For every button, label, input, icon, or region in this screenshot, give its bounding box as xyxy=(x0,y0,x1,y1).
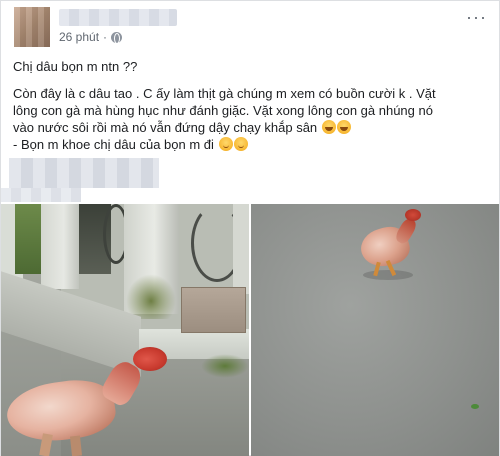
post-line-3-wrap: - Bọn m khoe chị dâu của bọn m đi xyxy=(13,136,489,153)
post-line-2c-wrap: vào nước sôi rồi mà nó vẫn đứng dậy chạy… xyxy=(13,119,489,136)
leaf xyxy=(471,404,479,409)
pillar xyxy=(41,204,79,289)
chicken-leg xyxy=(69,435,83,456)
globe-icon[interactable] xyxy=(111,31,123,44)
timestamp[interactable]: 26 phút xyxy=(59,30,99,44)
post-line-2b: lông con gà mà hùng hục như đánh giặc. V… xyxy=(13,103,433,118)
grass xyxy=(201,354,249,378)
rolling-on-floor-laughing-icon xyxy=(321,120,336,134)
chicken-head xyxy=(133,347,167,371)
post-line-3: - Bọn m khoe chị dâu của bọn m đi xyxy=(13,137,214,152)
separator-dot: · xyxy=(103,30,108,44)
relieved-face-icon xyxy=(218,137,233,151)
chicken-shadow xyxy=(363,270,413,280)
chicken-head xyxy=(405,209,421,221)
more-options-icon[interactable]: ··· xyxy=(466,7,487,28)
relieved-face-icon xyxy=(233,137,248,151)
post-text: Chị dâu bọn m ntn ?? Còn đây là c dâu ta… xyxy=(13,58,489,153)
avatar-blur xyxy=(14,7,50,47)
author-name-blurred[interactable] xyxy=(59,9,177,26)
post-line-1: Chị dâu bọn m ntn ?? xyxy=(13,59,138,74)
post-line-2c: vào nước sôi rồi mà nó vẫn đứng dậy chạy… xyxy=(13,120,318,135)
rolling-on-floor-laughing-icon xyxy=(336,120,351,134)
moss xyxy=(126,274,176,319)
wall xyxy=(233,204,249,294)
blurred-tag-area xyxy=(9,158,159,188)
post-line-2a: Còn đây là c dâu tao . C ấy làm thịt gà … xyxy=(13,86,436,101)
post-meta: 26 phút · xyxy=(59,30,123,44)
blurred-tag-area-2 xyxy=(1,188,81,202)
post-photo-left[interactable] xyxy=(1,204,249,456)
post-photo-right[interactable] xyxy=(251,204,499,456)
avatar[interactable] xyxy=(14,7,50,47)
wooden-box xyxy=(181,287,246,333)
facebook-post: 26 phút · ··· Chị dâu bọn m ntn ?? Còn đ… xyxy=(0,0,500,456)
